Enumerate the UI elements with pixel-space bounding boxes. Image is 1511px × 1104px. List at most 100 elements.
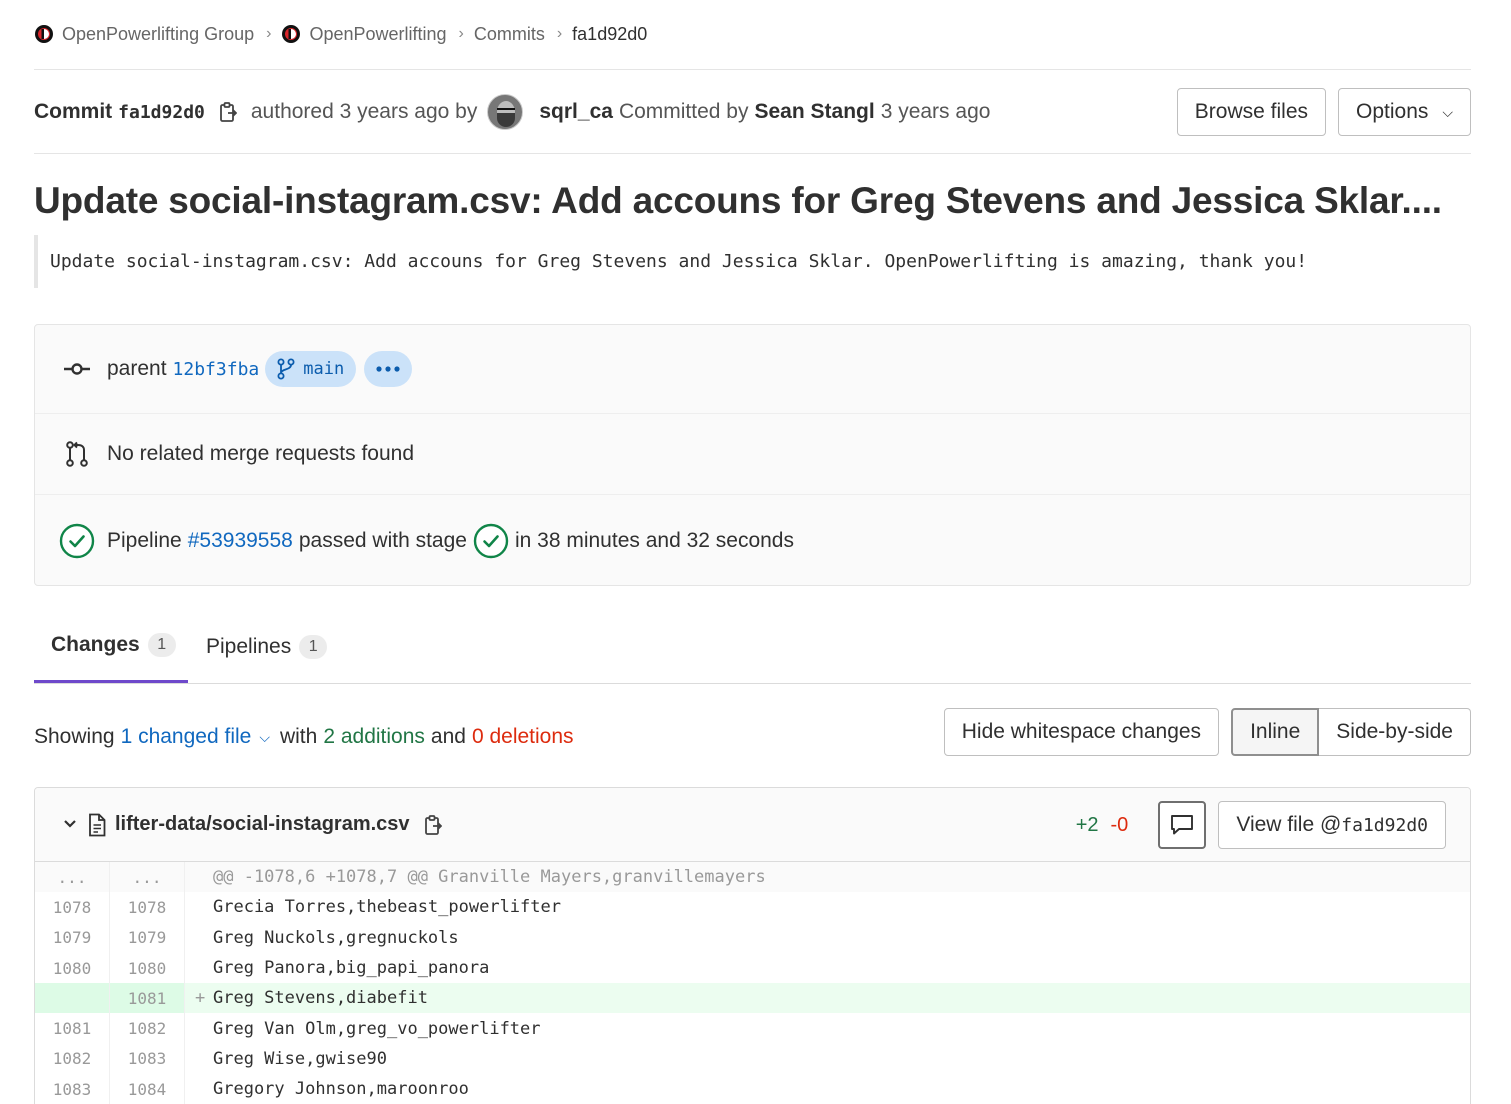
chevron-down-icon[interactable]: ⌵ bbox=[259, 729, 270, 746]
pipeline-id-link[interactable]: #53939558 bbox=[188, 529, 293, 553]
breadcrumb-project[interactable]: OpenPowerlifting › bbox=[281, 24, 473, 45]
line-text: Greg Wise,gwise90 bbox=[213, 1048, 387, 1069]
and-text: and bbox=[430, 725, 466, 748]
commit-header: Commit fa1d92d0 authored 3 years ago by … bbox=[34, 88, 1471, 136]
line-text: Greg Van Olm,greg_vo_powerlifter bbox=[213, 1018, 541, 1039]
chevron-right-icon: › bbox=[266, 25, 272, 42]
copy-sha-icon[interactable] bbox=[219, 101, 237, 123]
view-file-button[interactable]: View file @ fa1d92d0 bbox=[1218, 801, 1446, 849]
pipeline-passed-icon[interactable] bbox=[59, 523, 95, 559]
line-content: Greg Wise,gwise90 bbox=[185, 1044, 1470, 1074]
commit-description-text: Update social-instagram.csv: Add accouns… bbox=[50, 251, 1308, 272]
commit-icon bbox=[61, 353, 93, 385]
new-line-number[interactable]: 1081 bbox=[110, 983, 185, 1014]
authored-text: authored 3 years ago by bbox=[250, 100, 478, 123]
new-line-number[interactable]: ... bbox=[110, 862, 185, 893]
line-text: Greg Panora,big_papi_panora bbox=[213, 958, 490, 979]
breadcrumb-commits-label[interactable]: Commits bbox=[474, 24, 545, 45]
chevron-right-icon: › bbox=[556, 25, 563, 42]
inline-view-button[interactable]: Inline bbox=[1231, 708, 1320, 756]
new-line-number[interactable]: 1083 bbox=[110, 1043, 185, 1075]
diff-line: 1078 1078 Grecia Torres,thebeast_powerlif… bbox=[35, 892, 1470, 923]
old-line-number[interactable]: 1078 bbox=[35, 892, 110, 923]
branch-icon bbox=[277, 358, 295, 380]
pipeline-row: Pipeline #53939558 passed with stage in … bbox=[35, 495, 1470, 586]
diff-sign bbox=[195, 1019, 213, 1039]
branch-name: main bbox=[303, 359, 345, 379]
breadcrumb-commits[interactable]: Commits › bbox=[474, 24, 572, 45]
hide-whitespace-label: Hide whitespace changes bbox=[961, 720, 1202, 743]
old-line-number[interactable]: ... bbox=[35, 862, 110, 893]
file-header: lifter-data/social-instagram.csv +2 -0 V… bbox=[35, 788, 1470, 862]
author-name[interactable]: sqrl_ca bbox=[539, 100, 613, 124]
breadcrumb: OpenPowerlifting Group › OpenPowerliftin… bbox=[34, 20, 647, 48]
diff-sign bbox=[195, 897, 213, 917]
committer-name[interactable]: Sean Stangl bbox=[754, 100, 874, 124]
branch-pill[interactable]: main bbox=[265, 351, 357, 387]
more-branches-button[interactable] bbox=[364, 351, 413, 387]
diff-sign bbox=[195, 1079, 213, 1099]
line-content: Greg Van Olm,greg_vo_powerlifter bbox=[185, 1013, 1470, 1043]
deletions-count: 0 deletions bbox=[471, 725, 574, 748]
options-button[interactable]: Options ⌵ bbox=[1338, 88, 1471, 136]
pipeline-duration: in 38 minutes and 32 seconds bbox=[514, 528, 794, 552]
merge-request-icon bbox=[61, 438, 93, 470]
tab-pipelines[interactable]: Pipelines 1 bbox=[206, 610, 328, 683]
browse-files-button[interactable]: Browse files bbox=[1176, 88, 1326, 136]
avatar[interactable] bbox=[487, 94, 524, 130]
line-text: Greg Nuckols,gregnuckols bbox=[213, 927, 459, 948]
diff-line: 1080 1080 Greg Panora,big_papi_panora bbox=[35, 952, 1470, 984]
commit-description: Update social-instagram.csv: Add accouns… bbox=[34, 235, 1307, 288]
stage-passed-icon[interactable] bbox=[473, 523, 509, 559]
tab-pipelines-label: Pipelines bbox=[206, 634, 292, 658]
header-actions: Browse files Options ⌵ bbox=[1176, 88, 1471, 136]
file-icon bbox=[89, 813, 106, 836]
diff-line: 1079 1079 Greg Nuckols,gregnuckols bbox=[35, 922, 1470, 953]
chevron-right-icon: › bbox=[458, 25, 464, 42]
hunk-header-text: @@ -1078,6 +1078,7 @@ Granville Mayers,g… bbox=[213, 867, 766, 888]
old-line-number[interactable]: 1079 bbox=[35, 922, 110, 953]
old-line-number[interactable]: 1083 bbox=[35, 1074, 110, 1104]
breadcrumb-project-label[interactable]: OpenPowerlifting bbox=[309, 24, 446, 45]
parent-label: parent bbox=[107, 357, 167, 380]
parent-row: parent 12bf3fba main bbox=[35, 325, 1470, 414]
new-line-number[interactable]: 1080 bbox=[110, 952, 185, 984]
side-by-side-button[interactable]: Side-by-side bbox=[1319, 708, 1471, 756]
changed-files-dropdown[interactable]: 1 changed file bbox=[121, 725, 252, 749]
diff-sign bbox=[195, 958, 213, 978]
new-line-number[interactable]: 1079 bbox=[110, 922, 185, 953]
comment-button[interactable] bbox=[1158, 801, 1207, 849]
new-line-number[interactable]: 1082 bbox=[110, 1013, 185, 1044]
file-header-actions: +2 -0 View file @ fa1d92d0 bbox=[1076, 801, 1446, 849]
tab-pipelines-count: 1 bbox=[299, 634, 328, 659]
diff-line-added: 1081 + Greg Stevens,diabefit bbox=[35, 983, 1470, 1014]
old-line-number[interactable]: 1082 bbox=[35, 1043, 110, 1075]
new-line-number[interactable]: 1078 bbox=[110, 892, 185, 923]
tab-changes-count: 1 bbox=[147, 633, 176, 657]
commit-tabs: Changes 1 Pipelines 1 bbox=[34, 610, 1471, 684]
old-line-number[interactable]: 1081 bbox=[35, 1013, 110, 1044]
tab-changes-label: Changes bbox=[51, 633, 140, 656]
additions-count: 2 additions bbox=[323, 725, 425, 748]
breadcrumb-current[interactable]: fa1d92d0 bbox=[572, 24, 647, 45]
copy-path-icon[interactable] bbox=[424, 814, 442, 836]
lines-removed: -0 bbox=[1110, 813, 1129, 836]
line-text: Grecia Torres,thebeast_powerlifter bbox=[213, 897, 561, 918]
old-line-number[interactable] bbox=[35, 983, 110, 1014]
lines-added: +2 bbox=[1075, 813, 1099, 836]
options-label: Options bbox=[1356, 100, 1429, 123]
new-line-number[interactable]: 1084 bbox=[110, 1074, 185, 1104]
breadcrumb-group[interactable]: OpenPowerlifting Group › bbox=[34, 24, 281, 45]
tab-changes[interactable]: Changes 1 bbox=[34, 610, 188, 683]
parent-sha-link[interactable]: 12bf3fba bbox=[173, 359, 260, 380]
old-line-number[interactable]: 1080 bbox=[35, 952, 110, 984]
line-content: Greg Nuckols,gregnuckols bbox=[185, 923, 1470, 953]
file-path[interactable]: lifter-data/social-instagram.csv bbox=[115, 813, 410, 836]
breadcrumb-current-label[interactable]: fa1d92d0 bbox=[572, 24, 647, 45]
showing-label: Showing bbox=[34, 725, 115, 748]
merge-request-row: No related merge requests found bbox=[35, 414, 1470, 495]
side-by-side-label: Side-by-side bbox=[1336, 720, 1453, 743]
breadcrumb-group-label[interactable]: OpenPowerlifting Group bbox=[62, 24, 254, 45]
hide-whitespace-button[interactable]: Hide whitespace changes bbox=[943, 708, 1220, 756]
collapse-chevron-icon[interactable] bbox=[63, 816, 77, 834]
